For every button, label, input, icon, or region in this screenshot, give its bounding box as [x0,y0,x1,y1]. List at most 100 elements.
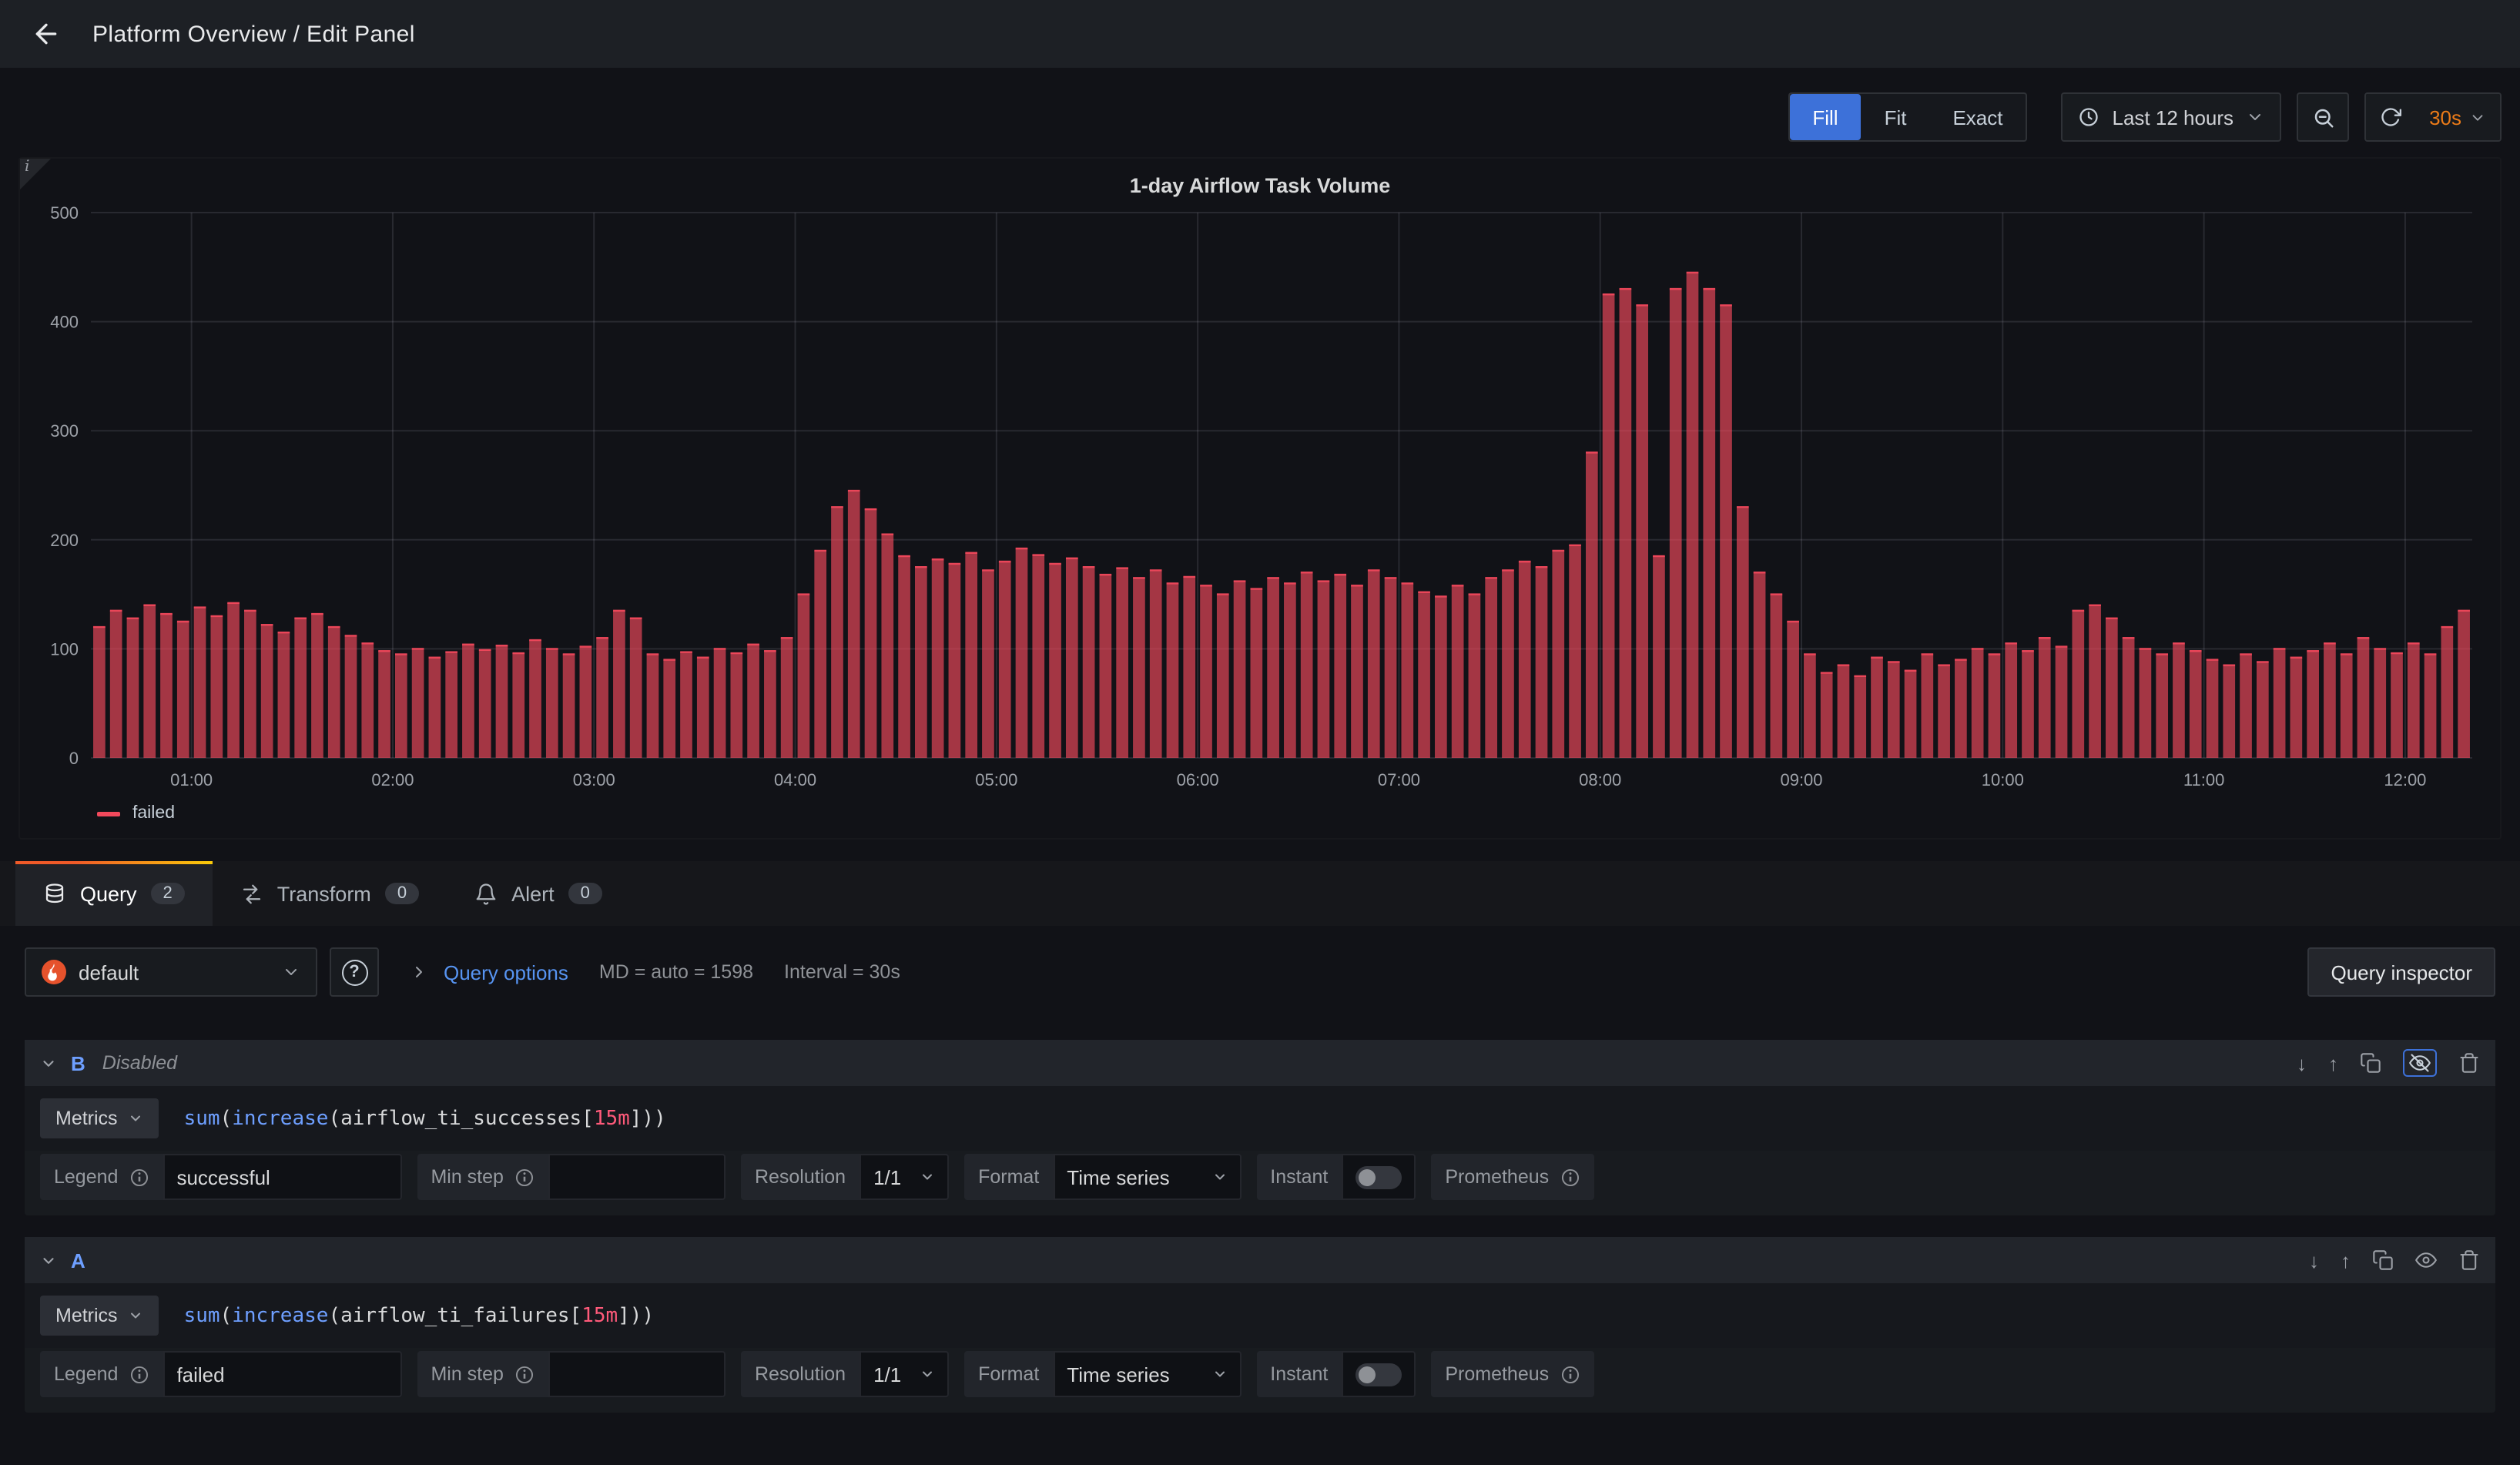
time-series-chart[interactable]: 010020030040050001:0002:0003:0004:0005:0… [26,203,2488,804]
eye-off-icon [2409,1052,2431,1074]
min-step-input[interactable] [548,1154,726,1200]
panel-info-icon[interactable]: i [20,159,51,189]
bell-icon [474,882,498,905]
back-button[interactable] [25,12,68,55]
chart-panel: i 1-day Airflow Task Volume 010020030040… [18,157,2502,840]
view-mode-exact[interactable]: Exact [1929,94,2026,140]
tab-label: Transform [277,882,371,905]
info-icon [514,1167,534,1187]
refresh-interval-picker[interactable]: 30s [2415,94,2500,140]
query-actions: ↓ ↑ [2309,1249,2480,1272]
format-select[interactable]: Time series [1053,1154,1241,1200]
metrics-dropdown[interactable]: Metrics [40,1296,159,1336]
datasource-hint-group: Prometheus [1431,1351,1593,1397]
format-select[interactable]: Time series [1053,1351,1241,1397]
toggle-query-visibility-button[interactable] [2403,1049,2437,1077]
min-step-field-group: Min step [417,1154,726,1200]
duplicate-query-button[interactable] [2372,1249,2394,1271]
query-actions: ↓ ↑ [2297,1049,2480,1077]
legend-input[interactable] [163,1351,401,1397]
view-mode-fill[interactable]: Fill [1789,94,1861,140]
query-options-row: Legend Min step Resolution 1/1 [25,1348,2495,1413]
svg-text:06:00: 06:00 [1177,770,1219,789]
panel-toolbar: Fill Fit Exact Last 12 hours 30s [18,92,2502,142]
query-ref-letter: A [71,1249,85,1272]
panel-title: 1-day Airflow Task Volume [20,174,2500,197]
resolution-field-group: Resolution 1/1 [741,1351,949,1397]
query-options-label: Query options [444,960,568,984]
datasource-label: default [79,960,139,984]
chevron-down-icon [1211,1366,1227,1382]
svg-text:08:00: 08:00 [1579,770,1621,789]
transform-icon [240,882,263,905]
query-row-header[interactable]: A ↓ ↑ [25,1237,2495,1283]
zoom-out-icon [2311,106,2334,129]
instant-toggle[interactable] [1342,1154,1416,1200]
resolution-select[interactable]: 1/1 [860,1351,949,1397]
tab-alert[interactable]: Alert 0 [447,861,630,926]
resolution-select[interactable]: 1/1 [860,1154,949,1200]
instant-toggle[interactable] [1342,1351,1416,1397]
metrics-dropdown[interactable]: Metrics [40,1098,159,1138]
datasource-picker[interactable]: default [25,947,317,997]
svg-text:12:00: 12:00 [2384,770,2426,789]
instant-field-group: Instant [1256,1351,1416,1397]
legend-label[interactable]: failed [132,804,175,823]
query-inspector-button[interactable]: Query inspector [2307,947,2495,997]
database-icon [43,882,66,905]
svg-text:04:00: 04:00 [774,770,816,789]
delete-query-button[interactable] [2458,1249,2480,1271]
legend-field-label: Legend [40,1154,163,1200]
view-mode-fit[interactable]: Fit [1862,94,1930,140]
query-disabled-label: Disabled [102,1052,177,1074]
format-field-group: Format Time series [964,1154,1241,1200]
refresh-icon [2380,106,2401,128]
datasource-help-button[interactable]: ? [330,947,379,997]
prometheus-hint-label: Prometheus [1431,1154,1593,1200]
chevron-down-icon [2469,109,2486,126]
eye-icon [2415,1249,2437,1271]
copy-icon [2360,1052,2381,1074]
refresh-button[interactable] [2366,94,2415,140]
query-options-row: Legend Min step Resolution 1/1 [25,1151,2495,1215]
tab-query[interactable]: Query 2 [15,861,213,926]
svg-text:0: 0 [69,749,79,768]
move-query-up-button[interactable]: ↑ [2341,1249,2351,1272]
legend-input[interactable] [163,1154,401,1200]
tab-transform[interactable]: Transform 0 [213,861,447,926]
query-row-header[interactable]: B Disabled ↓ ↑ [25,1040,2495,1086]
chevron-down-icon [920,1169,935,1185]
min-step-input[interactable] [548,1351,726,1397]
delete-query-button[interactable] [2458,1052,2480,1074]
trash-icon [2458,1249,2480,1271]
move-query-down-button[interactable]: ↓ [2309,1249,2319,1272]
svg-text:11:00: 11:00 [2183,770,2224,789]
move-query-down-button[interactable]: ↓ [2297,1051,2307,1074]
zoom-out-button[interactable] [2297,92,2349,142]
chevron-down-icon [129,1111,144,1126]
query-options-toggle[interactable]: Query options MD = auto = 1598 Interval … [410,960,900,984]
page-title: Platform Overview / Edit Panel [92,21,415,47]
svg-text:500: 500 [50,203,79,223]
time-range-picker[interactable]: Last 12 hours [2062,92,2282,142]
promql-expression-input[interactable]: sum(increase(airflow_ti_successes[15m])) [175,1101,2480,1136]
time-range-label: Last 12 hours [2113,106,2234,129]
chevron-down-icon [40,1252,57,1269]
query-rows: B Disabled ↓ ↑ M [25,1040,2495,1413]
toggle-query-visibility-button[interactable] [2415,1249,2437,1271]
info-icon [1560,1167,1580,1187]
move-query-up-button[interactable]: ↑ [2328,1051,2338,1074]
duplicate-query-button[interactable] [2360,1052,2381,1074]
grafana-edit-panel-screen: Platform Overview / Edit Panel Fill Fit … [0,0,2520,1465]
prometheus-icon [42,960,66,984]
svg-text:10:00: 10:00 [1982,770,2024,789]
datasource-hint-group: Prometheus [1431,1154,1593,1200]
query-editor: Metrics sum(increase(airflow_ti_successe… [25,1086,2495,1151]
min-step-field-group: Min step [417,1351,726,1397]
tab-badge: 0 [568,883,602,904]
chevron-down-icon [1211,1169,1227,1185]
instant-field-label: Instant [1256,1154,1342,1200]
resolution-field-group: Resolution 1/1 [741,1154,949,1200]
promql-expression-input[interactable]: sum(increase(airflow_ti_failures[15m])) [175,1298,2480,1333]
query-editor: Metrics sum(increase(airflow_ti_failures… [25,1283,2495,1348]
